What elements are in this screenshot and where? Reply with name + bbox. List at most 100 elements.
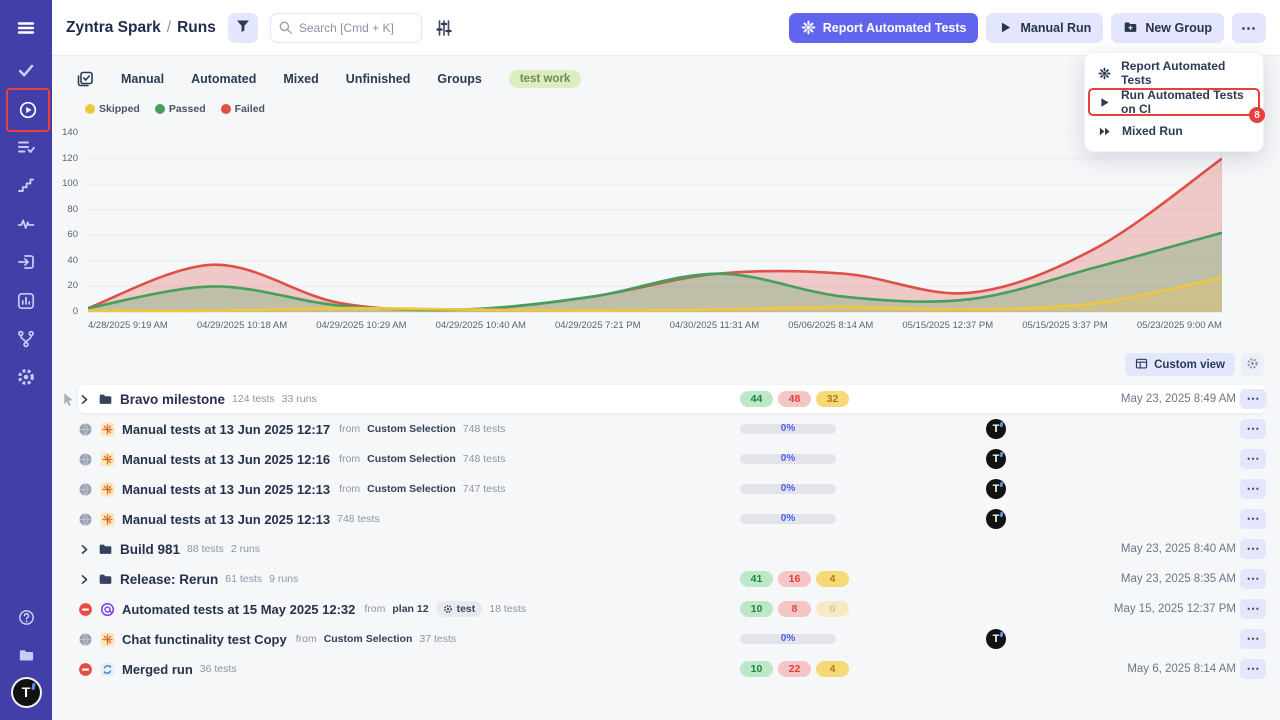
group-meta: 61 tests [225, 573, 262, 585]
sidebar-item-projects-folder[interactable] [6, 639, 46, 671]
progress-value: 0% [740, 513, 836, 524]
row-more-button[interactable]: ⋯ [1240, 539, 1266, 559]
progress-bar: 0% [740, 484, 836, 494]
chevron-right-icon[interactable] [78, 573, 91, 586]
row-more-button[interactable]: ⋯ [1240, 479, 1266, 499]
run-source[interactable]: plan 12 [392, 603, 428, 615]
sidebar-logo[interactable]: T [6, 676, 46, 708]
run-title[interactable]: Merged run [122, 662, 193, 677]
sidebar-item-runs-play[interactable] [6, 88, 50, 132]
group-title[interactable]: Release: Rerun [120, 572, 218, 587]
tab-unfinished[interactable]: Unfinished [346, 72, 411, 86]
run-title[interactable]: Automated tests at 15 May 2025 12:32 [122, 602, 355, 617]
sidebar-item-tests-check[interactable] [6, 50, 46, 90]
group-title[interactable]: Build 981 [120, 542, 180, 557]
y-tick: 0 [52, 306, 78, 317]
row-more-button[interactable]: ⋯ [1240, 449, 1266, 469]
run-tag[interactable]: test [436, 601, 483, 617]
menu-item-2[interactable]: Mixed Run [1085, 118, 1263, 144]
report-automated-tests-button[interactable]: Report Automated Tests [789, 13, 979, 43]
assignee-avatar[interactable]: T [986, 629, 1006, 649]
tab-mixed[interactable]: Mixed [283, 72, 318, 86]
assignee-avatar[interactable]: T [986, 509, 1006, 529]
tab-automated[interactable]: Automated [191, 72, 256, 86]
sliders-icon[interactable] [434, 18, 454, 38]
globe-icon [78, 632, 93, 647]
row-more-button[interactable]: ⋯ [1240, 569, 1266, 589]
sidebar-item-steps[interactable] [6, 165, 46, 205]
row-more-button[interactable]: ⋯ [1240, 419, 1266, 439]
row-more-button[interactable]: ⋯ [1240, 659, 1266, 679]
run-title[interactable]: Manual tests at 13 Jun 2025 12:13 [122, 482, 330, 497]
top-bar: Zyntra Spark/Runs Report Automated Tests… [52, 0, 1280, 56]
row-main: Automated tests at 15 May 2025 12:32 from… [78, 594, 526, 624]
run-title[interactable]: Manual tests at 13 Jun 2025 12:13 [122, 512, 330, 527]
help-icon [17, 608, 36, 627]
run-date: May 15, 2025 12:37 PM [1114, 603, 1236, 615]
menu-item-label: Report Automated Tests [1121, 59, 1250, 87]
run-date: May 23, 2025 8:49 AM [1121, 393, 1236, 405]
manual-run-button[interactable]: Manual Run [986, 13, 1103, 43]
sidebar-item-hamburger-menu[interactable] [6, 8, 46, 48]
from-label: from [364, 603, 385, 615]
menu-item-1[interactable]: Run Automated Tests on CI8 [1088, 88, 1260, 116]
projects-folder-icon [17, 646, 36, 665]
run-title[interactable]: Manual tests at 13 Jun 2025 12:17 [122, 422, 330, 437]
chevron-right-icon[interactable] [78, 393, 91, 406]
run-source[interactable]: Custom Selection [367, 483, 456, 495]
sidebar-item-import[interactable] [6, 242, 46, 282]
funnel-icon [235, 18, 251, 37]
run-title[interactable]: Chat functinality test Copy [122, 632, 287, 647]
runs-play-icon [18, 100, 38, 120]
group-title[interactable]: Bravo milestone [120, 392, 225, 407]
sidebar-item-branch[interactable] [6, 319, 46, 359]
menu-item-label: Run Automated Tests on CI [1121, 88, 1250, 116]
x-tick: 04/30/2025 11:31 AM [670, 320, 760, 331]
view-settings-button[interactable] [1241, 353, 1264, 376]
sidebar-item-pulse[interactable] [6, 204, 46, 244]
select-all-icon[interactable] [76, 70, 94, 88]
x-tick: 04/29/2025 10:18 AM [197, 320, 287, 331]
menu-item-0[interactable]: Report Automated Tests [1085, 60, 1263, 86]
tests-count: 748 tests [463, 423, 506, 435]
group-meta: 88 tests [187, 543, 224, 555]
filter-button[interactable] [228, 13, 258, 43]
custom-view-button[interactable]: Custom view [1125, 353, 1235, 376]
chart-legend: SkippedPassedFailed [85, 103, 265, 115]
progress-value: 0% [740, 423, 836, 434]
assignee-avatar[interactable]: T [986, 479, 1006, 499]
tab-groups[interactable]: Groups [437, 72, 481, 86]
run-source[interactable]: Custom Selection [324, 633, 413, 645]
breadcrumb-separator: / [167, 19, 171, 36]
group-meta: 9 runs [269, 573, 298, 585]
group-meta: 2 runs [231, 543, 260, 555]
filter-tag-badge[interactable]: test work [509, 70, 582, 88]
new-group-button[interactable]: New Group [1111, 13, 1224, 43]
actions-dropdown-menu: Report Automated TestsRun Automated Test… [1084, 52, 1264, 152]
sidebar-item-help[interactable] [6, 601, 46, 633]
menu-item-badge: 8 [1249, 107, 1265, 123]
run-row: Automated tests at 15 May 2025 12:32 from… [52, 594, 1280, 624]
row-more-button[interactable]: ⋯ [1240, 509, 1266, 529]
assignee-avatar[interactable]: T [986, 419, 1006, 439]
run-source[interactable]: Custom Selection [367, 453, 456, 465]
chevron-right-icon[interactable] [78, 543, 91, 556]
row-more-button[interactable]: ⋯ [1240, 599, 1266, 619]
tests-count: 18 tests [489, 603, 526, 615]
tab-manual[interactable]: Manual [121, 72, 164, 86]
search-icon [278, 20, 293, 35]
run-source[interactable]: Custom Selection [367, 423, 456, 435]
sidebar-item-analytics[interactable] [6, 281, 46, 321]
breadcrumb-project[interactable]: Zyntra Spark [66, 19, 161, 36]
sidebar-item-settings-gear[interactable] [6, 357, 46, 397]
sidebar-item-suites-list[interactable] [6, 127, 46, 167]
more-actions-button[interactable]: ⋯ [1232, 13, 1266, 43]
row-more-button[interactable]: ⋯ [1240, 389, 1266, 409]
assignee-avatar[interactable]: T [986, 449, 1006, 469]
run-title[interactable]: Manual tests at 13 Jun 2025 12:16 [122, 452, 330, 467]
runs-table: Bravo milestone124 tests33 runs444832May… [52, 384, 1280, 684]
legend-dot [221, 104, 231, 114]
skipped-count-badge: 4 [816, 571, 849, 587]
manual-run-emoji [100, 482, 115, 497]
row-more-button[interactable]: ⋯ [1240, 629, 1266, 649]
